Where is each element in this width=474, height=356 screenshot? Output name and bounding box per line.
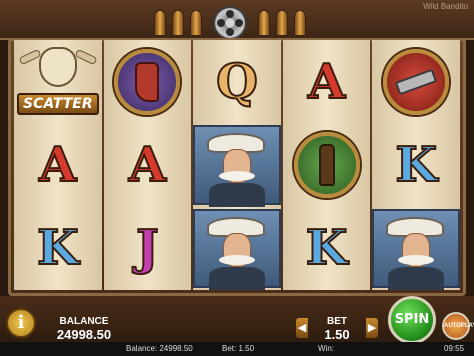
status-bar: Balance: 24998.50 Bet: 1.50 Win: 09:55: [0, 342, 474, 356]
bullet-icon: [172, 10, 184, 36]
balance-label: BALANCE: [59, 316, 109, 327]
symbol-boot: [104, 40, 192, 123]
symbol-k: K: [36, 220, 80, 277]
bet-increase-button[interactable]: ▶: [366, 318, 378, 338]
bet-label: BET: [327, 316, 347, 327]
revolver-cylinder-icon: [213, 6, 247, 40]
symbol-j: J: [135, 220, 160, 277]
bet-display: BET 1.50: [310, 316, 364, 342]
sheriff-portrait-icon: [193, 125, 281, 207]
symbol-k: K: [394, 136, 438, 193]
reel-4: A K: [282, 40, 371, 290]
bull-skull-icon: [38, 46, 77, 87]
reel-5: K: [372, 40, 460, 290]
status-win: Win:: [318, 344, 334, 353]
brand-text: Wild Bandito: [423, 2, 468, 11]
balance-value: 24998.50: [56, 327, 112, 342]
symbol-k: K: [305, 220, 349, 277]
symbol-q: Q: [215, 53, 259, 110]
status-time: 09:55: [444, 344, 465, 353]
symbol-a: A: [128, 136, 167, 193]
bullet-icon: [258, 10, 270, 36]
scatter-label: SCATTER: [16, 92, 99, 115]
reel-3: Q: [193, 40, 281, 290]
revolver-icon: [383, 48, 450, 115]
status-balance: Balance: 24998.50: [126, 344, 193, 353]
reel-2: A J: [103, 40, 192, 290]
info-button[interactable]: i: [6, 308, 36, 338]
sheriff-portrait-icon: [372, 208, 460, 290]
symbol-revolver: [372, 40, 460, 123]
symbol-sheriff: [193, 123, 281, 207]
autoplay-button[interactable]: AUTOPLAY: [442, 312, 474, 340]
symbol-sheriff: [193, 207, 281, 290]
bet-control: ◀ BET 1.50 ▶: [296, 316, 378, 342]
symbol-scatter: SCATTER: [14, 40, 102, 123]
status-bet: Bet: 1.50: [222, 344, 255, 353]
bullet-decoration: [150, 6, 326, 40]
bullet-icon: [294, 10, 306, 36]
bet-value: 1.50: [324, 327, 350, 342]
reel-grid: SCATTER A K A J Q A K K: [14, 40, 460, 290]
symbol-a: A: [38, 136, 77, 193]
whisky-bottle-icon: [293, 131, 360, 198]
symbol-sheriff: [372, 207, 460, 290]
sheriff-portrait-icon: [193, 208, 281, 290]
cowboy-boot-icon: [114, 48, 181, 115]
bet-decrease-button[interactable]: ◀: [296, 318, 308, 338]
bullet-icon: [276, 10, 288, 36]
balance-display: BALANCE 24998.50: [44, 316, 124, 342]
symbol-a: A: [307, 53, 346, 110]
symbol-whisky: [283, 123, 371, 206]
bullet-icon: [190, 10, 202, 36]
reel-1: SCATTER A K: [14, 40, 102, 290]
bullet-icon: [154, 10, 166, 36]
spin-button[interactable]: SPIN: [388, 296, 436, 344]
top-bar: Wild Bandito: [0, 0, 474, 40]
